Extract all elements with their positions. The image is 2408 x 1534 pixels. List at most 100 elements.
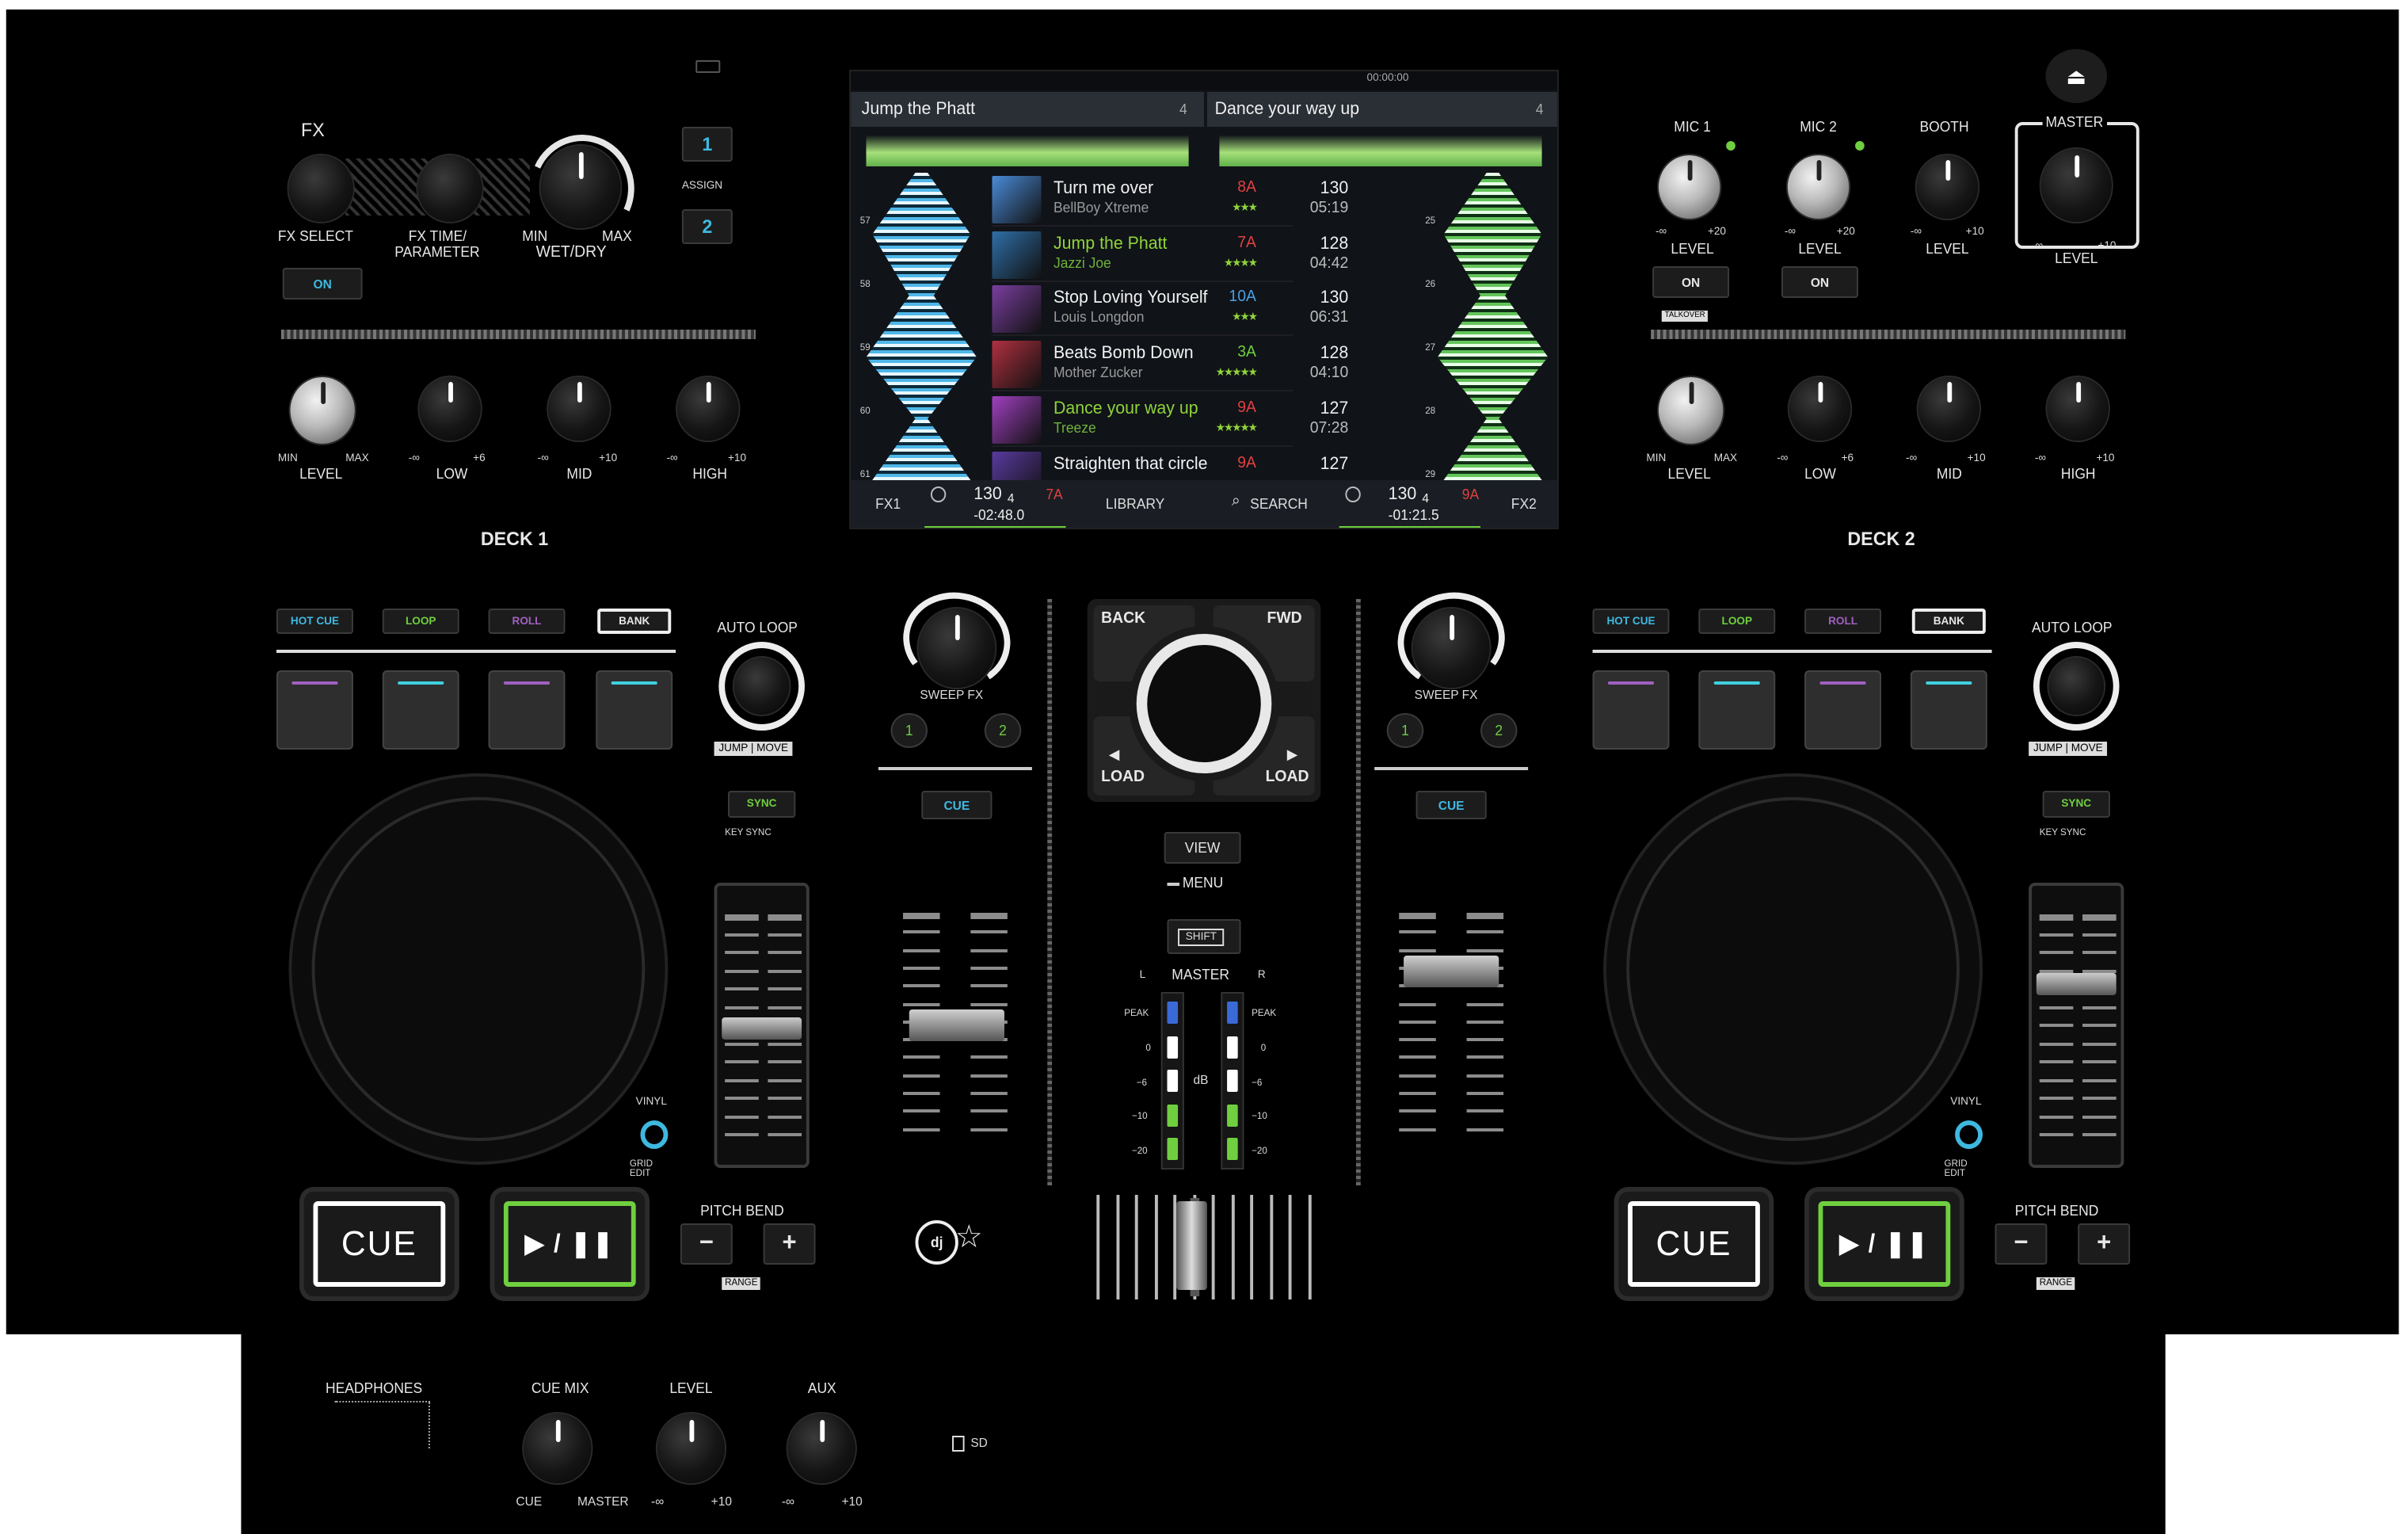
deck-left-scroll-waveform[interactable] <box>866 173 977 480</box>
deck1-pitch-plus[interactable]: + <box>763 1223 816 1265</box>
ch1-cue-button[interactable]: CUE <box>921 791 993 819</box>
deck2-jump-move: JUMP | MOVE <box>2029 742 2108 756</box>
deck1-sync-button[interactable]: SYNC <box>727 791 796 818</box>
mic2-level-knob[interactable] <box>1787 155 1850 219</box>
deck2-range-button[interactable]: RANGE <box>2036 1277 2075 1290</box>
deck1-pitch-fader-cap[interactable] <box>722 1017 802 1040</box>
track-row[interactable]: Beats Bomb Down Mother Zucker 3A ★★★★★ 128 04… <box>992 338 1348 392</box>
ch1-sweep-fx-knob[interactable] <box>918 609 996 688</box>
deck1-key-sync: KEY SYNC <box>725 829 772 838</box>
deck2-level-knob[interactable] <box>1658 377 1724 444</box>
deck1-play-button[interactable]: ▶ / ❚❚ <box>494 1192 646 1296</box>
track-row[interactable]: Dance your way up Treeze 9A ★★★★★ 127 07:28 <box>992 393 1348 447</box>
deck2-vinyl-button[interactable] <box>1955 1120 1983 1149</box>
deck2-bank-button[interactable]: BANK <box>1911 609 1986 634</box>
deck2-high-knob[interactable] <box>2047 377 2109 441</box>
deck2-pad-1[interactable] <box>1592 670 1670 750</box>
deck1-roll-mode[interactable]: ROLL <box>488 609 566 634</box>
aux-knob[interactable] <box>787 1414 855 1483</box>
deck1-cue-button[interactable]: CUE <box>303 1192 455 1296</box>
deck2-pitch-minus[interactable]: − <box>1995 1223 2048 1265</box>
deck2-autoloop-knob[interactable] <box>2048 658 2105 715</box>
deck1-pitch-minus[interactable]: − <box>680 1223 733 1265</box>
cue-mix-knob[interactable] <box>524 1414 592 1483</box>
deck1-autoloop-knob[interactable] <box>733 658 790 715</box>
track-row[interactable]: Jump the Phatt Jazzi Joe 7A ★★★★ 128 04:42 <box>992 227 1348 282</box>
deck-right-scroll-waveform[interactable] <box>1437 173 1549 480</box>
deck2-loop-mode[interactable]: LOOP <box>1698 609 1776 634</box>
assign-label: ASSIGN <box>681 181 723 192</box>
deck2-pad-3[interactable] <box>1804 670 1882 750</box>
screen-time: 00:00:00 <box>1366 73 1409 84</box>
deck2-cue-button[interactable]: CUE <box>1618 1192 1770 1296</box>
deck1-loop-mode[interactable]: LOOP <box>382 609 459 634</box>
mic1-level-knob[interactable] <box>1658 155 1720 219</box>
deck2-hotcue-mode[interactable]: HOT CUE <box>1592 609 1670 634</box>
wetdry-knob[interactable] <box>540 146 621 228</box>
fwd-label: FWD <box>1267 610 1302 628</box>
search-icon[interactable]: ⌕ <box>1232 493 1240 510</box>
fx-select-knob[interactable] <box>288 155 353 222</box>
deck1-level-knob[interactable] <box>290 377 355 444</box>
ch1-fader-tick <box>970 1074 1008 1078</box>
deck2-pitch-fader-cap[interactable] <box>2036 973 2117 995</box>
ch2-volume-fader-cap[interactable] <box>1404 956 1499 987</box>
deck1-high-knob[interactable] <box>677 377 739 441</box>
headphone-level-knob[interactable] <box>657 1414 726 1483</box>
ch1-fx-1-button[interactable]: 1 <box>890 713 928 748</box>
deck2-low-knob[interactable] <box>1789 377 1851 441</box>
deck1-mid-knob[interactable] <box>548 377 610 441</box>
track-row[interactable]: Stop Loving Yourself Louis Longdon 10A ★★★ 1… <box>992 283 1348 337</box>
deck1-pitch-scale-tick <box>768 1005 802 1009</box>
cue-mix-label: CUE MIX <box>531 1380 589 1396</box>
beat-number: 26 <box>1425 280 1436 290</box>
mic1-on-button[interactable]: ON <box>1652 266 1730 298</box>
fx-on-button[interactable]: ON <box>282 268 363 300</box>
deck1-bank-button[interactable]: BANK <box>597 609 672 634</box>
deck-right-overview-waveform[interactable] <box>1219 132 1542 166</box>
meter-segment <box>1227 1104 1238 1126</box>
deck2-sync-button[interactable]: SYNC <box>2042 791 2110 818</box>
deck2-mid-knob[interactable] <box>1918 377 1980 441</box>
deck1-grid-edit: GRID EDIT <box>629 1160 653 1179</box>
bpm-left: 130 <box>973 485 1002 504</box>
ch2-cue-button[interactable]: CUE <box>1415 791 1487 819</box>
deck2-roll-mode[interactable]: ROLL <box>1804 609 1882 634</box>
fx2-button[interactable]: FX2 <box>1511 496 1537 512</box>
booth-level-knob[interactable] <box>1916 155 1979 219</box>
ch2-sweep-fx-knob[interactable] <box>1412 609 1490 688</box>
deck-left-overview-waveform[interactable] <box>866 132 1189 166</box>
deck1-pad-2[interactable] <box>382 670 459 750</box>
eject-icon[interactable]: ⏏ <box>2045 49 2108 103</box>
fx1-button[interactable]: FX1 <box>875 496 901 512</box>
deck2-pad-2[interactable] <box>1698 670 1776 750</box>
sync-icon-right[interactable] <box>1345 487 1361 502</box>
assign-2-button[interactable]: 2 <box>681 209 733 244</box>
deck2-pad-4[interactable] <box>1910 670 1987 750</box>
deck1-hotcue-mode[interactable]: HOT CUE <box>276 609 353 634</box>
deck1-pad-3[interactable] <box>488 670 566 750</box>
deck2-play-button[interactable]: ▶ / ❚❚ <box>1808 1192 1960 1296</box>
browse-encoder[interactable] <box>1136 634 1272 773</box>
crossfader-cap[interactable] <box>1176 1201 1207 1290</box>
assign-1-button[interactable]: 1 <box>681 127 733 162</box>
ch2-fx-1-button[interactable]: 1 <box>1386 713 1424 748</box>
mic2-on-button[interactable]: ON <box>1781 266 1858 298</box>
ch2-fx-2-button[interactable]: 2 <box>1480 713 1518 748</box>
deck2-pitch-plus[interactable]: + <box>2078 1223 2131 1265</box>
deck1-vinyl-button[interactable] <box>640 1120 669 1149</box>
library-button[interactable]: LIBRARY <box>1106 496 1164 512</box>
track-title: Jump the Phatt <box>1054 234 1168 254</box>
track-row[interactable]: Turn me over BellBoy Xtreme 8A ★★★ 130 05:19 <box>992 173 1348 227</box>
fx-time-knob[interactable] <box>417 155 482 222</box>
deck1-low-knob[interactable] <box>419 377 481 441</box>
ch1-volume-fader-cap[interactable] <box>909 1009 1004 1041</box>
deck1-range-button[interactable]: RANGE <box>722 1277 761 1290</box>
deck1-pad-1[interactable] <box>276 670 353 750</box>
master-level-knob[interactable] <box>2040 149 2112 222</box>
deck1-pad-4[interactable] <box>596 670 673 750</box>
search-button[interactable]: SEARCH <box>1250 496 1308 512</box>
ch1-fx-2-button[interactable]: 2 <box>984 713 1022 748</box>
view-button[interactable]: VIEW <box>1164 832 1241 864</box>
sync-icon[interactable] <box>930 487 947 502</box>
